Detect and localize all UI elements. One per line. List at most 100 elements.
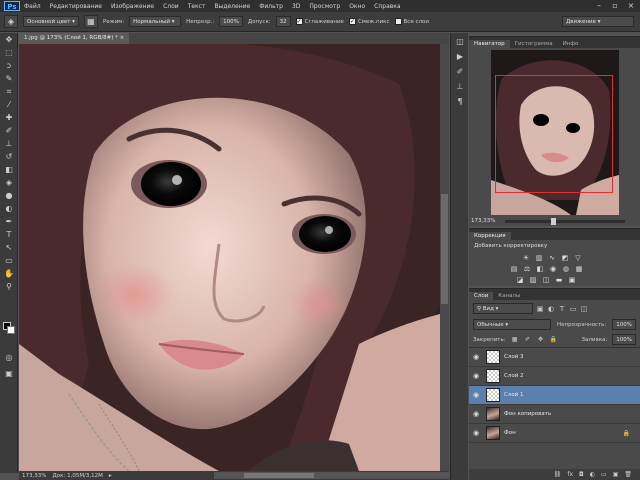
- menu-view[interactable]: Просмотр: [309, 3, 340, 10]
- layer-row-layer-3[interactable]: ◉ Слой 3: [469, 348, 640, 367]
- blur-tool-icon[interactable]: ●: [2, 190, 16, 202]
- pen-tool-icon[interactable]: ✒: [2, 216, 16, 228]
- hue-saturation-icon[interactable]: ▤: [509, 265, 519, 274]
- visibility-eye-icon[interactable]: ◉: [469, 353, 483, 361]
- visibility-eye-icon[interactable]: ◉: [469, 391, 483, 399]
- layer-opacity-input[interactable]: 100%: [612, 319, 636, 330]
- menu-type[interactable]: Текст: [188, 3, 206, 10]
- close-icon[interactable]: ×: [626, 1, 636, 10]
- threshold-icon[interactable]: ◫: [541, 276, 551, 285]
- paint-bucket-tool-icon[interactable]: ◈: [2, 177, 16, 189]
- workspace-select[interactable]: Движение ▾: [562, 16, 634, 27]
- screen-mode-icon[interactable]: ▣: [2, 368, 16, 380]
- filter-type-icon[interactable]: T: [558, 305, 566, 313]
- all-layers-checkbox[interactable]: Все слои: [394, 18, 429, 25]
- tab-histogram[interactable]: Гистограмма: [510, 40, 558, 48]
- lasso-tool-icon[interactable]: ↄ: [2, 60, 16, 72]
- menu-layers[interactable]: Слои: [163, 3, 179, 10]
- zoom-readout[interactable]: 173,33%: [22, 473, 46, 479]
- navigator-zoom-slider[interactable]: [505, 218, 625, 225]
- brightness-icon[interactable]: ☀: [521, 254, 531, 263]
- filter-pixel-icon[interactable]: ▣: [536, 305, 544, 313]
- path-select-icon[interactable]: ↖: [2, 242, 16, 254]
- filter-adjust-icon[interactable]: ◐: [547, 305, 555, 313]
- black-white-icon[interactable]: ◧: [535, 265, 545, 274]
- delete-layer-icon[interactable]: 🗑: [624, 471, 632, 478]
- type-tool-icon[interactable]: T: [2, 229, 16, 241]
- menu-3d[interactable]: 3D: [292, 3, 300, 10]
- tab-channels[interactable]: Каналы: [493, 292, 525, 300]
- eraser-tool-icon[interactable]: ◧: [2, 164, 16, 176]
- stamp-tool-icon[interactable]: ⊥: [2, 138, 16, 150]
- clone-source-icon[interactable]: ⊥: [454, 81, 466, 93]
- layer-row-background-copy[interactable]: ◉ Фон копировать: [469, 405, 640, 424]
- image-canvas[interactable]: [19, 44, 440, 471]
- healing-tool-icon[interactable]: ✚: [2, 112, 16, 124]
- layer-row-background[interactable]: ◉ Фон 🔒: [469, 424, 640, 443]
- add-mask-icon[interactable]: ◘: [579, 471, 584, 478]
- curves-icon[interactable]: ∿: [547, 254, 557, 263]
- menu-help[interactable]: Справка: [374, 3, 400, 10]
- channel-mixer-icon[interactable]: ◍: [561, 265, 571, 274]
- lock-transparency-icon[interactable]: ▦: [511, 336, 519, 344]
- visibility-eye-icon[interactable]: ◉: [469, 372, 483, 380]
- lock-pixels-icon[interactable]: ✐: [524, 336, 532, 344]
- menu-select[interactable]: Выделение: [214, 3, 250, 10]
- tab-layers[interactable]: Слои: [469, 292, 494, 300]
- navigator-zoom-value[interactable]: 173,33%: [471, 218, 495, 224]
- selective-color-icon[interactable]: ▣: [567, 276, 577, 285]
- photo-filter-icon[interactable]: ◉: [548, 265, 558, 274]
- menu-filter[interactable]: Фильтр: [259, 3, 283, 10]
- color-balance-icon[interactable]: ⚖: [522, 265, 532, 274]
- visibility-eye-icon[interactable]: ◉: [469, 410, 483, 418]
- mode-select[interactable]: Нормальный ▾: [129, 16, 182, 27]
- scrollbar-thumb[interactable]: [244, 473, 314, 478]
- link-layers-icon[interactable]: ⛓: [554, 471, 562, 478]
- opacity-input[interactable]: 100%: [219, 16, 243, 27]
- crop-tool-icon[interactable]: ⌗: [2, 86, 16, 98]
- layer-row-layer-2[interactable]: ◉ Слой 2: [469, 367, 640, 386]
- filter-smart-icon[interactable]: ◫: [580, 305, 588, 313]
- layer-row-layer-1[interactable]: ◉ Слой 1: [469, 386, 640, 405]
- menu-image[interactable]: Изображение: [111, 3, 154, 10]
- blend-mode-select[interactable]: Обычные ▾: [473, 319, 551, 330]
- tolerance-input[interactable]: 32: [275, 16, 291, 27]
- marquee-tool-icon[interactable]: ⬚: [2, 47, 16, 59]
- new-layer-icon[interactable]: ▣: [613, 471, 619, 478]
- paint-bucket-icon[interactable]: ◈: [4, 15, 18, 28]
- tab-info[interactable]: Инфо: [558, 40, 584, 48]
- contiguous-checkbox[interactable]: ✓ Смеж.пикс: [348, 18, 390, 25]
- fill-input[interactable]: 100%: [612, 334, 636, 345]
- background-color-swatch[interactable]: [7, 326, 15, 334]
- new-adjustment-icon[interactable]: ◐: [590, 471, 595, 478]
- brush-panel-icon[interactable]: ✐: [454, 66, 466, 78]
- history-brush-icon[interactable]: ↺: [2, 151, 16, 163]
- paragraph-panel-icon[interactable]: ¶: [454, 96, 466, 108]
- status-arrow-icon[interactable]: ▸: [109, 473, 112, 479]
- restore-icon[interactable]: ▫: [610, 1, 620, 10]
- horizontal-scrollbar[interactable]: [214, 472, 449, 479]
- lock-all-icon[interactable]: 🔒: [550, 336, 558, 344]
- color-lookup-icon[interactable]: ▦: [574, 265, 584, 274]
- invert-icon[interactable]: ◪: [515, 276, 525, 285]
- eyedropper-tool-icon[interactable]: ⁄: [2, 99, 16, 111]
- vertical-scrollbar[interactable]: [440, 44, 449, 471]
- navigator-view-frame[interactable]: [495, 75, 613, 193]
- visibility-eye-icon[interactable]: ◉: [469, 429, 483, 437]
- brush-tool-icon[interactable]: ✐: [2, 125, 16, 137]
- menu-window[interactable]: Окно: [349, 3, 365, 10]
- exposure-icon[interactable]: ◩: [560, 254, 570, 263]
- slider-handle[interactable]: [551, 218, 556, 225]
- fill-source-select[interactable]: Основной цвет ▾: [23, 16, 79, 27]
- posterize-icon[interactable]: ▨: [528, 276, 538, 285]
- dodge-tool-icon[interactable]: ◐: [2, 203, 16, 215]
- layer-style-icon[interactable]: fx: [567, 471, 573, 478]
- filter-shape-icon[interactable]: ▭: [569, 305, 577, 313]
- levels-icon[interactable]: ▥: [534, 254, 544, 263]
- shape-tool-icon[interactable]: ▭: [2, 255, 16, 267]
- scrollbar-thumb[interactable]: [441, 194, 448, 304]
- new-group-icon[interactable]: ▭: [601, 471, 607, 478]
- antialias-checkbox[interactable]: ✓ Сглаживание: [295, 18, 344, 25]
- hand-tool-icon[interactable]: ✋: [2, 268, 16, 280]
- zoom-tool-icon[interactable]: ⚲: [2, 281, 16, 293]
